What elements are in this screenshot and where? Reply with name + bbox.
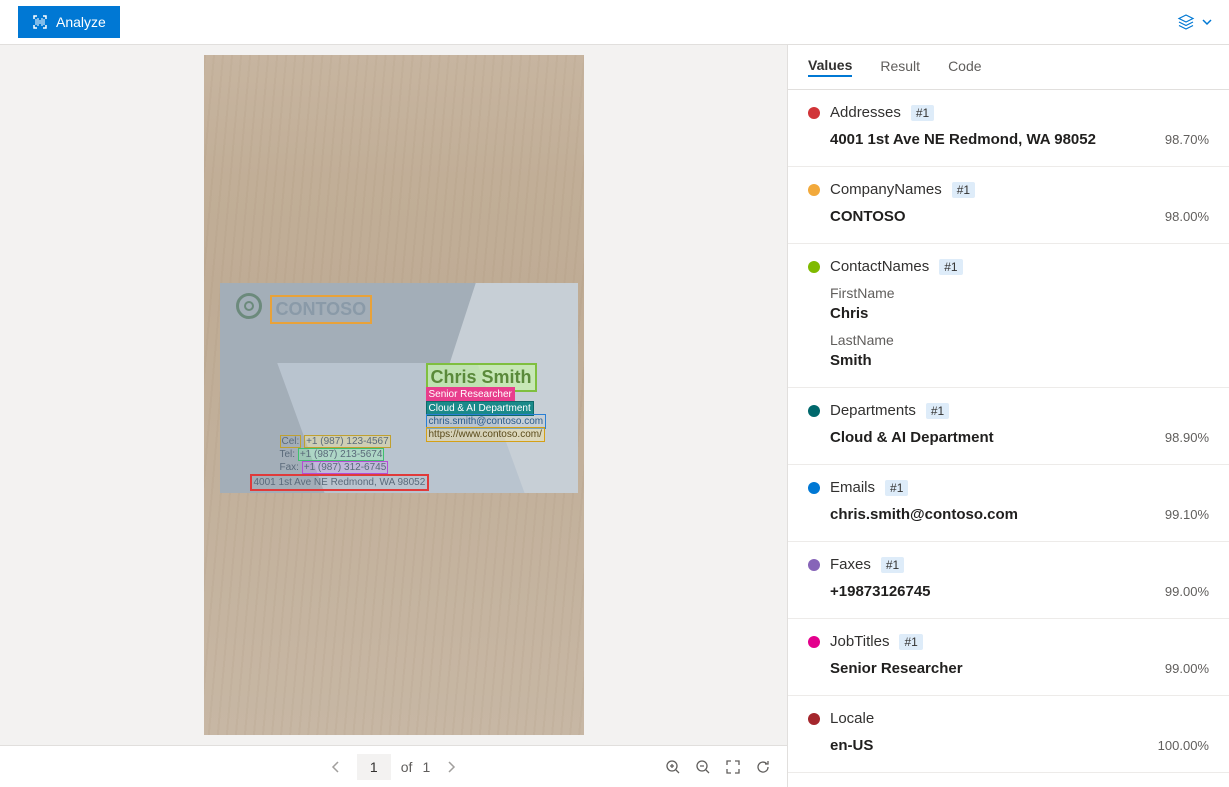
field-badge: #1 [899,634,922,650]
zoom-out-button[interactable] [695,759,711,775]
field-value: 4001 1st Ave NE Redmond, WA 98052 [830,131,1096,148]
field-name-label: Departments [830,402,916,419]
field-color-dot [808,107,820,119]
subfield-value: Smith [808,352,1209,369]
highlight-website: https://www.contoso.com/ [426,427,545,442]
subfield-label: LastName [808,332,1209,348]
field-value: CONTOSO [830,208,906,225]
subfield-label: FirstName [808,285,1209,301]
field-confidence: 98.90% [1165,430,1209,445]
results-list[interactable]: Addresses #1 4001 1st Ave NE Redmond, WA 9… [788,90,1229,787]
business-card: CONTOSO Chris Smith Senior Researcher Cl… [220,283,578,493]
analyze-label: Analyze [56,14,106,30]
right-panel: Values Result Code Addresses #1 4001 1st A… [787,45,1229,787]
field-contactnames[interactable]: ContactNames #1 FirstName Chris LastName Smit… [788,244,1229,388]
field-name-label: CompanyNames [830,181,942,198]
layers-icon [1177,13,1195,31]
zoom-in-button[interactable] [665,759,681,775]
field-confidence: 100.00% [1158,738,1209,753]
field-color-dot [808,261,820,273]
page-input[interactable] [357,754,391,780]
field-color-dot [808,405,820,417]
field-name-label: Locale [830,710,874,727]
highlight-cel: Cel: +1 (987) 123-4567 [278,435,393,448]
page-total: 1 [422,759,430,775]
document-image: CONTOSO Chris Smith Senior Researcher Cl… [204,55,584,735]
company-logo [236,293,262,319]
analyze-icon [32,14,48,30]
prev-page-button[interactable] [325,756,347,778]
field-name-label: Emails [830,479,875,496]
field-name-label: JobTitles [830,633,889,650]
field-confidence: 99.00% [1165,661,1209,676]
canvas-viewport[interactable]: CONTOSO Chris Smith Senior Researcher Cl… [0,45,787,745]
field-badge: #1 [885,480,908,496]
field-name-label: ContactNames [830,258,929,275]
next-page-button[interactable] [440,756,462,778]
zoom-tools [665,759,771,775]
field-color-dot [808,636,820,648]
highlight-fax: Fax: +1 (987) 312-6745 [278,461,391,474]
field-name-label: Addresses [830,104,901,121]
tab-code[interactable]: Code [948,58,981,76]
field-badge: #1 [926,403,949,419]
field-emails[interactable]: Emails #1 chris.smith@contoso.com 99.10% [788,465,1229,542]
field-name-label: Faxes [830,556,871,573]
layers-dropdown[interactable] [1177,13,1217,31]
field-value: Cloud & AI Department [830,429,994,446]
tab-result[interactable]: Result [880,58,920,76]
field-addresses[interactable]: Addresses #1 4001 1st Ave NE Redmond, WA 9… [788,90,1229,167]
field-value: en-US [830,737,873,754]
highlight-tel: Tel: +1 (987) 213-5674 [278,448,387,461]
field-confidence: 98.00% [1165,209,1209,224]
page-of-label: of [401,759,413,775]
field-faxes[interactable]: Faxes #1 +19873126745 99.00% [788,542,1229,619]
tab-values[interactable]: Values [808,57,852,77]
field-badge: #1 [939,259,962,275]
field-locale[interactable]: Locale en-US 100.00% [788,696,1229,773]
canvas-area: CONTOSO Chris Smith Senior Researcher Cl… [0,45,787,787]
field-badge: #1 [881,557,904,573]
analyze-button[interactable]: Analyze [18,6,120,38]
field-badge: #1 [952,182,975,198]
topbar: Analyze [0,0,1229,45]
chevron-down-icon [1201,16,1213,28]
tabs: Values Result Code [788,45,1229,90]
field-confidence: 98.70% [1165,132,1209,147]
highlight-jobtitle: Senior Researcher [426,387,515,402]
field-color-dot [808,482,820,494]
field-color-dot [808,559,820,571]
highlight-company: CONTOSO [270,295,373,324]
field-confidence: 99.10% [1165,507,1209,522]
canvas-footer: of 1 [0,745,787,787]
field-color-dot [808,713,820,725]
field-value: +19873126745 [830,583,931,600]
field-jobtitles[interactable]: JobTitles #1 Senior Researcher 99.00% [788,619,1229,696]
field-departments[interactable]: Departments #1 Cloud & AI Department 98.90% [788,388,1229,465]
rotate-button[interactable] [755,759,771,775]
highlight-address: 4001 1st Ave NE Redmond, WA 98052 [250,474,430,491]
pager: of 1 [325,754,462,780]
field-confidence: 99.00% [1165,584,1209,599]
field-badge: #1 [911,105,934,121]
fit-button[interactable] [725,759,741,775]
field-value: chris.smith@contoso.com [830,506,1018,523]
field-companynames[interactable]: CompanyNames #1 CONTOSO 98.00% [788,167,1229,244]
field-value: Senior Researcher [830,660,963,677]
field-color-dot [808,184,820,196]
subfield-value: Chris [808,305,1209,322]
